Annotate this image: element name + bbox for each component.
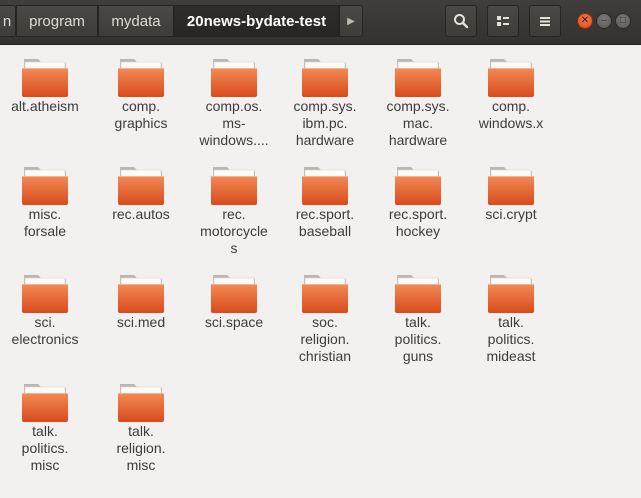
folder-label: misc. forsale [23,206,67,239]
folder-icon [302,275,348,313]
maximize-icon: □ [619,15,627,26]
header-bar: n program mydata 20news-bydate-test ▶ ✕ … [0,0,641,45]
folder-item[interactable]: comp.sys. mac. hardware [372,57,464,149]
folder-icon [395,59,441,97]
folder-icon [211,275,257,313]
folder-icon [22,167,68,205]
folder-label: rec.autos [112,206,170,222]
folder-label: alt.atheism [11,98,79,114]
folder-item[interactable]: rec.sport. hockey [372,165,464,240]
folder-item[interactable]: comp.sys. ibm.pc. hardware [279,57,371,149]
folder-item[interactable]: soc. religion. christian [279,273,371,365]
folder-item[interactable]: talk. politics. guns [372,273,464,365]
view-options-button[interactable] [487,5,519,37]
minimize-icon: – [601,15,607,26]
window-minimize-button[interactable]: – [596,13,612,29]
folder-item[interactable]: rec. motorcycle s [188,165,280,257]
folder-label: rec. motorcycle s [200,206,268,256]
folder-item[interactable]: talk. politics. mideast [465,273,557,365]
folder-icon [22,275,68,313]
folder-icon [302,167,348,205]
folder-label: talk. religion. misc [116,423,166,473]
folder-item[interactable]: sci.med [95,273,187,331]
folder-label: comp. graphics [114,98,168,131]
folder-item[interactable]: rec.sport. baseball [279,165,371,240]
window-maximize-button[interactable]: □ [615,13,631,29]
folder-item[interactable]: talk. religion. misc [95,382,187,474]
folder-icon [395,275,441,313]
folder-icon [211,59,257,97]
folder-item[interactable]: comp. windows.x [465,57,557,132]
folder-label: sci.med [116,314,166,330]
breadcrumb-item-current[interactable]: 20news-bydate-test [174,5,339,37]
breadcrumb-label: n [2,12,12,30]
breadcrumb-label: mydata [111,12,161,30]
folder-icon [211,167,257,205]
folder-item[interactable]: sci. electronics [0,273,91,348]
folder-label: comp.os. ms-windows.... [199,98,269,148]
folder-icon [118,167,164,205]
folder-label: rec.sport. baseball [295,206,355,239]
folder-icon [488,167,534,205]
folder-icon [302,59,348,97]
window-close-button[interactable]: ✕ [577,13,593,29]
close-icon: ✕ [580,15,590,26]
breadcrumb-item[interactable]: mydata [98,5,174,37]
folder-label: talk. politics. guns [394,314,442,364]
folder-item[interactable]: sci.space [188,273,280,331]
breadcrumb-next-button[interactable]: ▶ [339,5,363,37]
search-icon [454,14,469,29]
folder-label: comp.sys. mac. hardware [386,98,450,148]
breadcrumb-label: 20news-bydate-test [186,12,327,30]
folder-icon [118,59,164,97]
folder-icon [118,275,164,313]
breadcrumb-item[interactable]: program [16,5,98,37]
breadcrumb-item[interactable]: n [0,5,16,37]
folder-label: soc. religion. christian [298,314,352,364]
folder-label: talk. politics. misc [21,423,69,473]
folder-label: sci.space [204,314,264,330]
folder-icon [22,384,68,422]
folder-label: comp. windows.x [478,98,544,131]
chevron-right-icon: ▶ [347,15,355,27]
folder-item[interactable]: sci.crypt [465,165,557,223]
folder-icon [118,384,164,422]
list-view-icon [497,16,509,26]
menu-button[interactable] [529,5,561,37]
folder-icon [22,59,68,97]
hamburger-menu-icon [540,17,550,26]
folder-item[interactable]: talk. politics. misc [0,382,91,474]
folder-item[interactable]: rec.autos [95,165,187,223]
folder-item[interactable]: alt.atheism [0,57,91,115]
folder-item[interactable]: comp.os. ms-windows.... [188,57,280,149]
breadcrumb-label: program [29,12,85,30]
folder-label: comp.sys. ibm.pc. hardware [293,98,357,148]
folder-icon [488,59,534,97]
folder-item[interactable]: comp. graphics [95,57,187,132]
folder-label: sci. electronics [11,314,79,347]
folder-label: sci.crypt [485,206,537,222]
folder-icon [395,167,441,205]
folder-label: rec.sport. hockey [388,206,448,239]
folder-icon [488,275,534,313]
folder-label: talk. politics. mideast [486,314,536,364]
folder-grid: alt.atheism comp. graphics comp.os. ms-windo… [0,45,641,498]
folder-item[interactable]: misc. forsale [0,165,91,240]
search-button[interactable] [445,5,477,37]
